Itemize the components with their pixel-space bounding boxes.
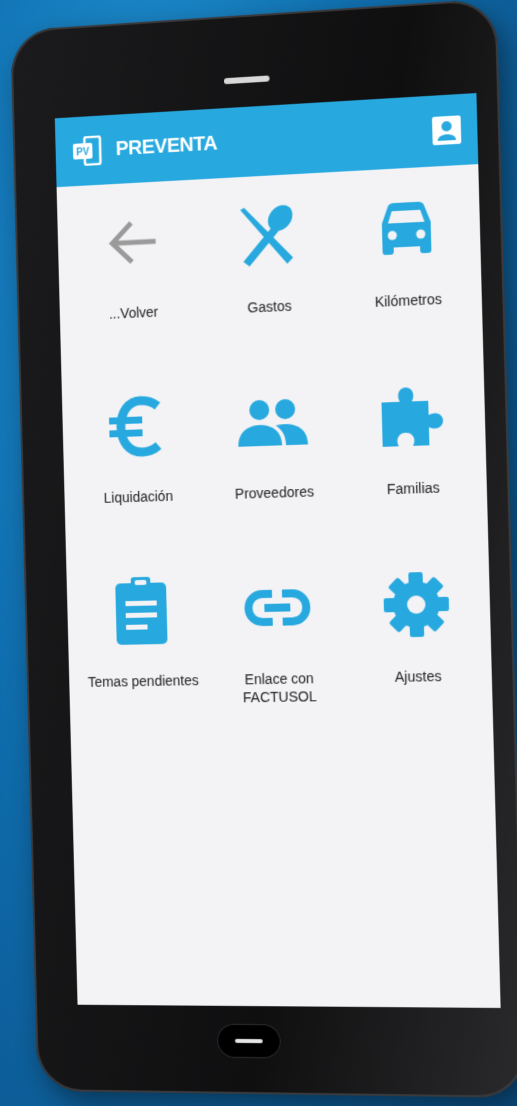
logo-text: PV xyxy=(76,147,90,159)
menu-item-label: Enlace con FACTUSOL xyxy=(219,669,340,707)
car-icon xyxy=(365,186,448,271)
menu-item-volver[interactable]: ...Volver xyxy=(67,199,199,342)
menu-item-label: Familias xyxy=(352,477,475,517)
menu-item-kilometros[interactable]: Kilómetros xyxy=(339,185,477,331)
profile-icon[interactable] xyxy=(432,115,461,145)
link-icon xyxy=(237,567,319,649)
menu-item-gastos[interactable]: Gastos xyxy=(201,192,336,336)
menu-item-label: Temas pendientes xyxy=(85,671,203,709)
menu-item-ajustes[interactable]: Ajustes xyxy=(348,562,486,704)
clipboard-icon xyxy=(101,570,181,651)
people-icon xyxy=(232,380,314,463)
menu-item-label: ...Volver xyxy=(75,301,193,342)
arrow-left-icon xyxy=(92,201,172,284)
menu-item-label: Proveedores xyxy=(215,482,335,522)
puzzle-icon xyxy=(370,375,453,459)
fork-spoon-icon xyxy=(227,194,309,278)
menu-item-enlace-factusol[interactable]: Enlace con FACTUSOL xyxy=(211,566,346,707)
app-screen: PV PREVENTA ...Volver Gastos Kilómetros … xyxy=(55,93,501,1008)
euro-icon xyxy=(97,385,177,467)
menu-item-liquidacion[interactable]: Liquidación xyxy=(71,384,203,525)
menu-item-label: Kilómetros xyxy=(347,289,470,331)
menu-item-label: Gastos xyxy=(210,295,330,336)
menu-grid: ...Volver Gastos Kilómetros Liquidación … xyxy=(57,184,501,709)
menu-item-proveedores[interactable]: Proveedores xyxy=(206,379,341,522)
menu-item-label: Liquidación xyxy=(80,486,198,525)
menu-item-temas-pendientes[interactable]: Temas pendientes xyxy=(76,569,208,708)
menu-item-label: Ajustes xyxy=(357,666,480,704)
menu-item-familias[interactable]: Familias xyxy=(344,374,482,518)
phone-speaker xyxy=(224,75,270,84)
app-header: PV PREVENTA xyxy=(55,93,478,187)
app-logo-icon: PV xyxy=(71,135,105,166)
app-title: PREVENTA xyxy=(115,120,432,161)
home-button[interactable] xyxy=(217,1024,281,1059)
phone-device: PV PREVENTA ...Volver Gastos Kilómetros … xyxy=(10,0,517,1098)
gear-icon xyxy=(375,563,459,646)
